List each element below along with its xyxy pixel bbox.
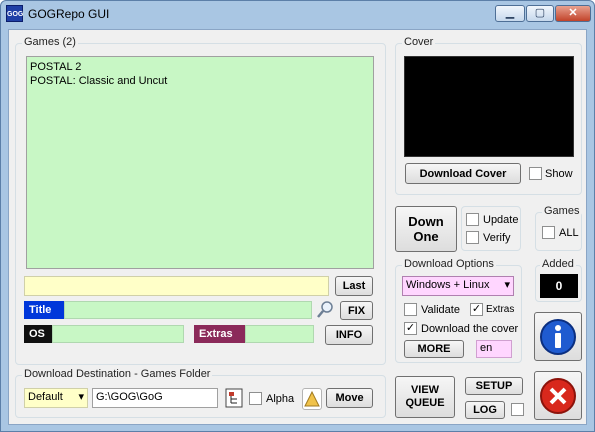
added-group: Added 0 — [535, 258, 582, 302]
added-title: Added — [540, 258, 576, 270]
list-item[interactable]: POSTAL 2 — [30, 60, 370, 74]
close-button[interactable]: ✕ — [555, 5, 591, 22]
download-cover-button[interactable]: Download Cover — [405, 163, 521, 184]
maximize-icon: ▢ — [534, 7, 546, 19]
down-one-button[interactable]: Down One — [395, 206, 457, 252]
games-group-title: Games (2) — [22, 36, 78, 48]
extras-checkbox[interactable]: ✓ — [470, 303, 483, 316]
os-field[interactable] — [52, 325, 184, 343]
all-label: ALL — [559, 227, 579, 239]
folder-tree-icon[interactable] — [225, 388, 243, 408]
download-options-group: Download Options Windows + Linux ▾ Valid… — [395, 258, 522, 363]
down-one-label-line2: One — [413, 229, 439, 244]
validate-label: Validate — [421, 304, 460, 316]
exit-icon — [540, 378, 576, 414]
about-button[interactable] — [534, 312, 582, 361]
list-item[interactable]: POSTAL: Classic and Uncut — [30, 74, 370, 88]
last-button[interactable]: Last — [335, 276, 373, 296]
title-field[interactable] — [64, 301, 312, 319]
search-icon[interactable] — [316, 299, 336, 319]
close-icon: ✕ — [568, 7, 578, 19]
more-button[interactable]: MORE — [404, 340, 464, 358]
extras-tag: Extras — [194, 325, 245, 343]
preset-select[interactable]: Default ▾ — [24, 388, 88, 408]
os-select[interactable]: Windows + Linux ▾ — [402, 276, 514, 296]
extras-option-label: Extras — [486, 304, 515, 315]
minimize-icon: ▁ — [505, 7, 515, 19]
games-all-group: Games ALL — [535, 205, 582, 251]
setup-button[interactable]: SETUP — [465, 377, 523, 395]
destination-group: Download Destination - Games Folder Defa… — [15, 368, 386, 418]
show-checkbox[interactable] — [529, 167, 542, 180]
games-all-title: Games — [542, 205, 582, 217]
download-options-title: Download Options — [402, 258, 496, 270]
view-queue-button[interactable]: VIEW QUEUE — [395, 376, 455, 418]
show-label: Show — [545, 168, 573, 180]
added-count: 0 — [540, 274, 578, 298]
title-bar[interactable]: GOG GOGRepo GUI ▁ ▢ ✕ — [1, 1, 594, 27]
update-label: Update — [483, 214, 519, 226]
update-checkbox[interactable] — [466, 213, 479, 226]
preset-value: Default — [28, 391, 63, 403]
verify-label: Verify — [483, 232, 511, 244]
app-icon: GOG — [6, 5, 23, 22]
app-window: GOG GOGRepo GUI ▁ ▢ ✕ Games (2) POSTAL 2… — [0, 0, 595, 432]
cover-group-title: Cover — [402, 36, 436, 48]
destination-group-title: Download Destination - Games Folder — [22, 368, 213, 380]
validate-checkbox[interactable] — [404, 303, 417, 316]
all-checkbox[interactable] — [542, 226, 555, 239]
chevron-down-icon: ▾ — [504, 279, 510, 291]
chevron-down-icon: ▾ — [78, 391, 84, 403]
info-button[interactable]: INFO — [325, 325, 373, 345]
view-queue-label-line2: QUEUE — [405, 397, 445, 409]
verify-checkbox[interactable] — [466, 231, 479, 244]
games-group: Games (2) POSTAL 2 POSTAL: Classic and U… — [15, 36, 386, 365]
move-button[interactable]: Move — [326, 388, 373, 408]
language-field[interactable]: en — [476, 340, 512, 358]
alpha-checkbox[interactable] — [249, 392, 262, 405]
folder-path-field[interactable]: G:\GOG\GoG — [92, 388, 218, 408]
os-select-value: Windows + Linux — [406, 279, 490, 291]
download-cover-label: Download the cover — [421, 323, 519, 335]
down-one-label-line1: Down — [408, 214, 444, 229]
exit-button[interactable] — [534, 371, 582, 420]
title-tag: Title — [24, 301, 64, 319]
cover-image — [404, 56, 574, 157]
log-checkbox[interactable] — [511, 403, 524, 416]
alpha-label: Alpha — [266, 393, 295, 405]
search-field[interactable] — [24, 276, 329, 296]
window-title: GOGRepo GUI — [28, 7, 110, 21]
cover-group: Cover Download Cover Show — [395, 36, 582, 195]
view-queue-label-line1: VIEW — [410, 384, 440, 396]
client-area: Games (2) POSTAL 2 POSTAL: Classic and U… — [8, 29, 587, 425]
folder-icon[interactable] — [302, 388, 322, 410]
minimize-button[interactable]: ▁ — [495, 5, 525, 22]
extras-field[interactable] — [245, 325, 314, 343]
os-tag: OS — [24, 325, 52, 343]
update-verify-group: Update Verify — [461, 206, 521, 251]
download-cover-checkbox[interactable]: ✓ — [404, 322, 417, 335]
games-list[interactable]: POSTAL 2 POSTAL: Classic and Uncut — [26, 56, 374, 269]
info-icon — [540, 319, 576, 355]
fix-button[interactable]: FIX — [340, 301, 373, 320]
maximize-button[interactable]: ▢ — [526, 5, 554, 22]
log-button[interactable]: LOG — [465, 401, 505, 419]
